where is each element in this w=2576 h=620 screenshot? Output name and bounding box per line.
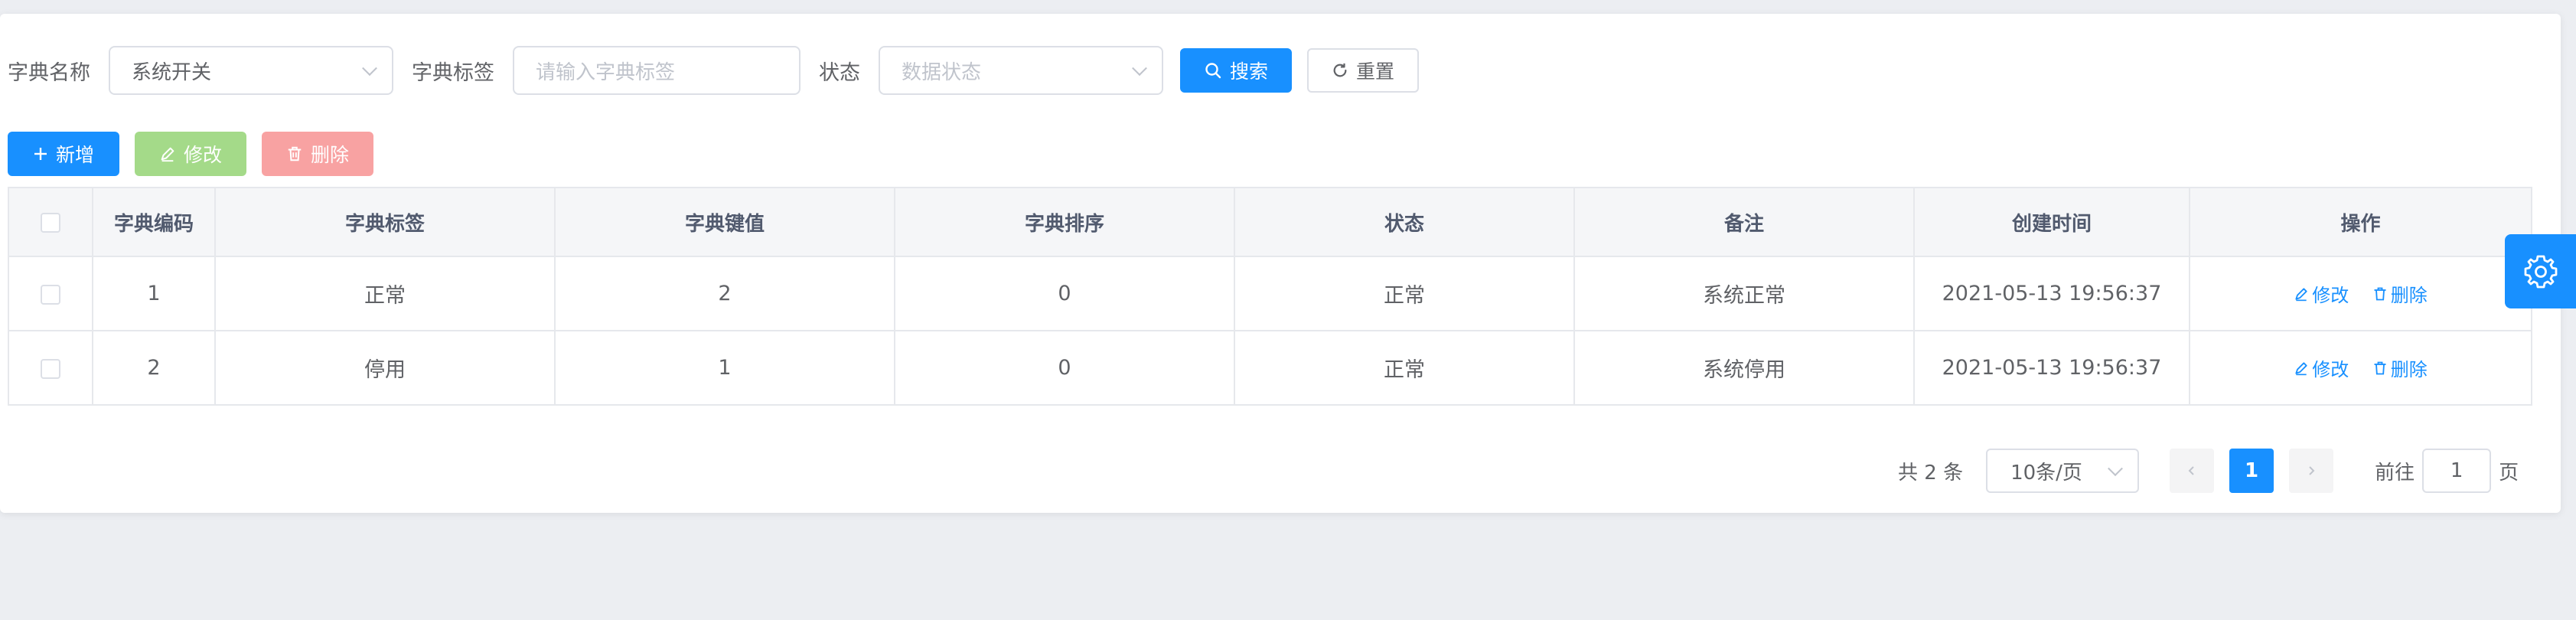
goto-prefix: 前往 xyxy=(2375,461,2415,485)
remark-cell: 系统停用 xyxy=(1573,330,1915,406)
settings-button[interactable] xyxy=(2505,234,2576,308)
next-page-button[interactable] xyxy=(2289,449,2334,493)
column-header: 字典键值 xyxy=(554,187,895,257)
reset-button-label: 重置 xyxy=(1355,60,1394,83)
created-time-cell: 2021-05-13 19:56:37 xyxy=(1913,330,2190,406)
plus-icon xyxy=(34,148,47,160)
table-header-row: 字典编码 字典标签 字典键值 字典排序 状态 备注 创建时间 操作 xyxy=(8,187,2532,257)
main-card: 字典名称 系统开关 字典标签 请输入字典标签 状态 数据状态 搜索 重置 新增 xyxy=(0,14,2561,513)
dict-value-cell: 1 xyxy=(554,330,895,406)
column-header: 状态 xyxy=(1234,187,1575,257)
column-header: 字典排序 xyxy=(894,187,1235,257)
column-header: 字典标签 xyxy=(214,187,556,257)
delete-button-label: 删除 xyxy=(310,144,349,166)
trash-icon xyxy=(2374,287,2386,300)
operations-cell: 修改 删除 xyxy=(2189,256,2532,331)
row-checkbox[interactable] xyxy=(41,358,60,379)
status-cell: 正常 xyxy=(1234,330,1575,406)
dict-sort-cell: 0 xyxy=(894,256,1235,331)
edit-button-label: 修改 xyxy=(183,144,222,166)
dict-name-value: 系统开关 xyxy=(132,60,212,84)
chevron-down-icon xyxy=(2108,461,2123,477)
pagination-total: 共 2 条 xyxy=(1898,461,1964,485)
dict-name-label: 字典名称 xyxy=(8,60,90,85)
chevron-right-icon xyxy=(2309,466,2315,475)
column-header: 操作 xyxy=(2189,187,2532,257)
page-size-select[interactable]: 10条/页 xyxy=(1986,449,2140,493)
table-row: 1 正常 2 0 正常 系统正常 2021-05-13 19:56:37 修改 … xyxy=(8,256,2532,331)
dict-label-placeholder: 请输入字典标签 xyxy=(536,60,676,84)
prev-page-button[interactable] xyxy=(2170,449,2215,493)
edit-icon xyxy=(2295,361,2307,375)
goto-page-value: 1 xyxy=(2450,459,2464,482)
dict-label-input[interactable]: 请输入字典标签 xyxy=(513,46,801,95)
row-edit-link[interactable]: 修改 xyxy=(2294,280,2349,307)
dict-name-select[interactable]: 系统开关 xyxy=(109,46,393,95)
search-button-label: 搜索 xyxy=(1229,60,1268,83)
select-all-checkbox[interactable] xyxy=(41,212,60,233)
delete-button[interactable]: 删除 xyxy=(262,132,373,176)
edit-icon xyxy=(161,147,174,162)
chevron-down-icon xyxy=(362,60,377,77)
edit-button[interactable]: 修改 xyxy=(135,132,246,176)
row-select-cell xyxy=(8,330,93,406)
add-button-label: 新增 xyxy=(55,144,94,166)
row-delete-link[interactable]: 删除 xyxy=(2372,354,2428,381)
operations-cell: 修改 删除 xyxy=(2189,330,2532,406)
search-form: 字典名称 系统开关 字典标签 请输入字典标签 状态 数据状态 搜索 重置 xyxy=(0,46,1419,95)
status-cell: 正常 xyxy=(1234,256,1575,331)
edit-icon xyxy=(2295,287,2307,301)
goto-page-input[interactable]: 1 xyxy=(2422,449,2492,493)
dict-sort-cell: 0 xyxy=(894,330,1235,406)
column-header: 备注 xyxy=(1573,187,1915,257)
remark-cell: 系统正常 xyxy=(1573,256,1915,331)
gear-icon xyxy=(2524,255,2557,288)
goto-suffix: 页 xyxy=(2499,461,2519,485)
row-delete-label: 删除 xyxy=(2390,285,2428,306)
reset-button[interactable]: 重置 xyxy=(1307,48,1419,93)
select-all-cell xyxy=(8,187,93,257)
dict-code-cell: 2 xyxy=(92,330,216,406)
dict-code-cell: 1 xyxy=(92,256,216,331)
dict-label-cell: 停用 xyxy=(214,330,556,406)
row-delete-link[interactable]: 删除 xyxy=(2372,280,2428,307)
page-number-button[interactable]: 1 xyxy=(2229,449,2274,493)
chevron-down-icon xyxy=(1132,60,1147,77)
status-placeholder: 数据状态 xyxy=(902,60,982,84)
row-select-cell xyxy=(8,256,93,331)
trash-icon xyxy=(2374,361,2386,374)
status-label: 状态 xyxy=(819,60,860,85)
dict-value-cell: 2 xyxy=(554,256,895,331)
page-size-value: 10条/页 xyxy=(2010,461,2082,485)
row-edit-label: 修改 xyxy=(2312,285,2349,306)
action-toolbar: 新增 修改 删除 xyxy=(8,132,373,176)
chevron-left-icon xyxy=(2188,466,2194,475)
dict-data-table: 字典编码 字典标签 字典键值 字典排序 状态 备注 创建时间 操作 1 正常 2… xyxy=(8,187,2532,406)
pagination: 共 2 条 10条/页 1 前往 1 页 xyxy=(1898,449,2519,493)
search-button[interactable]: 搜索 xyxy=(1180,48,1292,93)
refresh-icon xyxy=(1333,63,1347,77)
add-button[interactable]: 新增 xyxy=(8,132,119,176)
table-row: 2 停用 1 0 正常 系统停用 2021-05-13 19:56:37 修改 … xyxy=(8,330,2532,406)
row-edit-link[interactable]: 修改 xyxy=(2294,354,2349,381)
column-header: 字典编码 xyxy=(92,187,216,257)
row-edit-label: 修改 xyxy=(2312,359,2349,380)
row-delete-label: 删除 xyxy=(2390,359,2428,380)
column-header: 创建时间 xyxy=(1913,187,2190,257)
trash-icon xyxy=(288,146,302,162)
created-time-cell: 2021-05-13 19:56:37 xyxy=(1913,256,2190,331)
dict-label-cell: 正常 xyxy=(214,256,556,331)
status-select[interactable]: 数据状态 xyxy=(879,46,1163,95)
dict-label-label: 字典标签 xyxy=(412,60,494,85)
search-icon xyxy=(1205,63,1221,79)
row-checkbox[interactable] xyxy=(41,284,60,305)
